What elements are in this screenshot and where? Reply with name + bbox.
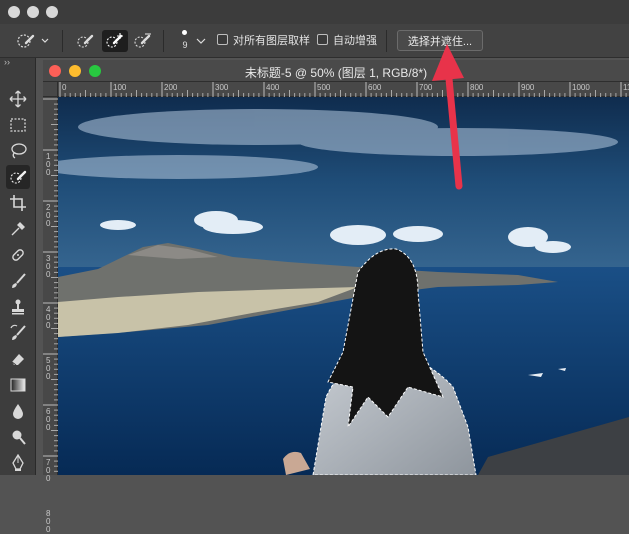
ruler-label: 8 0 0 bbox=[46, 509, 51, 534]
annotation-arrow bbox=[432, 44, 464, 190]
